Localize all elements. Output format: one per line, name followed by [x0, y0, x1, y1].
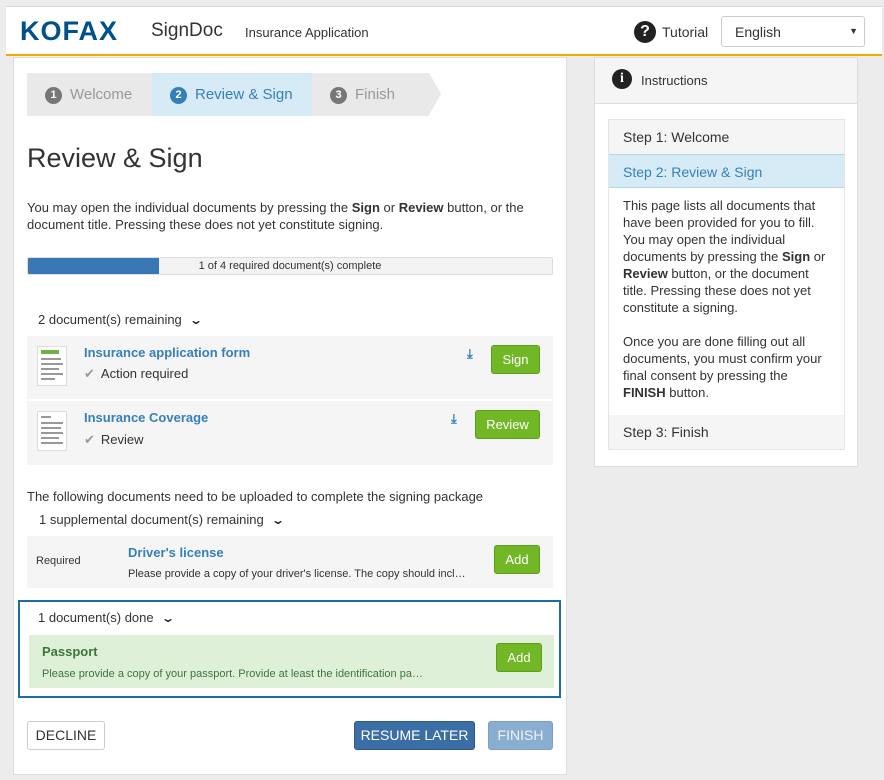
- document-title-link[interactable]: Driver's license: [128, 545, 224, 560]
- check-icon: ✔: [84, 432, 95, 447]
- decline-button[interactable]: DECLINE: [27, 721, 105, 750]
- info-circle-icon: i: [612, 69, 632, 89]
- chevron-down-icon: ⌄: [188, 313, 203, 327]
- document-description: Please provide a copy of your passport. …: [42, 668, 423, 680]
- sign-button[interactable]: Sign: [491, 345, 540, 374]
- step-label: Welcome: [70, 86, 133, 103]
- document-description: Please provide a copy of your driver's l…: [128, 568, 466, 580]
- done-document-row: Passport Please provide a copy of your p…: [29, 635, 554, 688]
- language-select[interactable]: English ▼: [721, 16, 865, 47]
- finish-button[interactable]: FINISH: [488, 721, 553, 750]
- progress-bar: 1 of 4 required document(s) complete: [27, 257, 553, 275]
- document-status: ✔ Action required: [84, 366, 189, 381]
- product-name: SignDoc: [151, 20, 223, 41]
- review-button[interactable]: Review: [475, 410, 540, 439]
- upload-note: The following documents need to be uploa…: [27, 489, 484, 504]
- check-icon: ✔: [84, 366, 95, 381]
- document-title-link[interactable]: Passport: [42, 644, 98, 659]
- instructions-panel: i Instructions Step 1: Welcome Step 2: R…: [594, 57, 858, 467]
- add-button[interactable]: Add: [496, 643, 542, 672]
- progress-text: 1 of 4 required document(s) complete: [198, 260, 382, 272]
- group-label: 1 document(s) done: [38, 610, 154, 625]
- step-label: Review & Sign: [195, 86, 293, 103]
- remaining-group-toggle[interactable]: 2 document(s) remaining ⌄: [38, 312, 203, 327]
- question-circle-icon[interactable]: ?: [634, 21, 656, 43]
- instructions-header: i Instructions: [595, 58, 857, 104]
- step-label: Finish: [355, 86, 396, 103]
- done-group-toggle[interactable]: 1 document(s) done ⌄: [38, 610, 175, 625]
- document-row: Insurance Coverage ✔ Review ⤓ Review: [27, 401, 553, 465]
- top-bar: KOFAX SignDoc Insurance Application ? Tu…: [6, 6, 882, 56]
- document-thumbnail[interactable]: [37, 346, 67, 386]
- page-title: Review & Sign: [27, 143, 203, 173]
- app-title: Insurance Application: [245, 25, 369, 40]
- step-number: 3: [330, 87, 347, 104]
- instruction-step-finish[interactable]: Step 3: Finish: [609, 415, 844, 449]
- wizard-steps: 1 Welcome 2 Review & Sign 3 Finish: [27, 73, 441, 116]
- document-row: Insurance application form ✔ Action requi…: [27, 336, 553, 399]
- wizard-step-finish[interactable]: 3 Finish: [312, 73, 429, 116]
- kofax-logo: KOFAX: [20, 16, 119, 46]
- supplemental-group-toggle[interactable]: 1 supplemental document(s) remaining ⌄: [39, 512, 285, 527]
- instruction-step-welcome[interactable]: Step 1: Welcome: [609, 120, 844, 154]
- chevron-down-icon: ⌄: [160, 611, 175, 625]
- instruction-step-review-sign[interactable]: Step 2: Review & Sign: [609, 154, 844, 188]
- instructions-body: This page lists all documents that have …: [609, 188, 844, 415]
- language-value: English: [735, 24, 781, 40]
- step-number: 2: [170, 87, 187, 104]
- supplemental-document-row: Required Driver's license Please provide…: [27, 536, 553, 588]
- document-title-link[interactable]: Insurance application form: [84, 345, 250, 360]
- download-icon[interactable]: ⤓: [451, 411, 457, 427]
- instructions-steps: Step 1: Welcome Step 2: Review & Sign Th…: [608, 119, 845, 450]
- required-label: Required: [36, 555, 81, 567]
- download-icon[interactable]: ⤓: [467, 346, 473, 362]
- instructions-title: Instructions: [641, 73, 708, 88]
- chevron-down-icon: ⌄: [270, 513, 285, 527]
- group-label: 1 supplemental document(s) remaining: [39, 512, 264, 527]
- step-number: 1: [45, 87, 62, 104]
- dropdown-caret-icon: ▼: [849, 26, 858, 36]
- add-button[interactable]: Add: [494, 545, 540, 574]
- step-arrow: [429, 73, 441, 115]
- done-group: 1 document(s) done ⌄ Passport Please prov…: [18, 600, 561, 698]
- intro-text: You may open the individual documents by…: [27, 200, 524, 232]
- group-label: 2 document(s) remaining: [38, 312, 182, 327]
- wizard-step-review-sign[interactable]: 2 Review & Sign: [152, 73, 312, 116]
- document-title-link[interactable]: Insurance Coverage: [84, 410, 208, 425]
- resume-later-button[interactable]: RESUME LATER: [354, 721, 475, 750]
- main-panel: 1 Welcome 2 Review & Sign 3 Finish Review &…: [13, 57, 567, 775]
- document-status: ✔ Review: [84, 432, 144, 447]
- tutorial-link[interactable]: Tutorial: [662, 24, 708, 40]
- wizard-step-welcome[interactable]: 1 Welcome: [27, 73, 152, 116]
- document-thumbnail[interactable]: [37, 411, 67, 451]
